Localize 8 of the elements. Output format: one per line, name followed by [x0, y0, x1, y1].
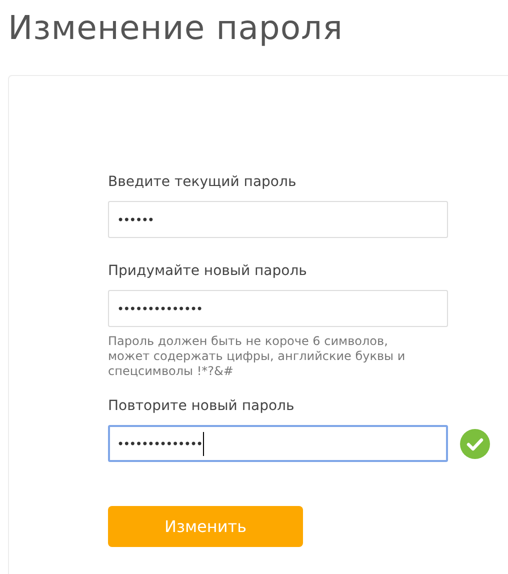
page-title: Изменение пароля	[8, 7, 344, 49]
password-field[interactable]: ••••••••••••••	[108, 425, 448, 462]
password-field[interactable]: ••••••••••••••	[108, 290, 448, 327]
hint-text: Пароль должен быть не короче 6 символов, может содержать цифры, английские буквы и спецсимволы !*?&#	[108, 334, 406, 379]
password-field[interactable]: ••••••	[108, 201, 448, 238]
field-label: Придумайте новый пароль	[108, 262, 307, 280]
field-label: Повторите новый пароль	[108, 397, 294, 415]
field-label: Введите текущий пароль	[108, 173, 296, 191]
